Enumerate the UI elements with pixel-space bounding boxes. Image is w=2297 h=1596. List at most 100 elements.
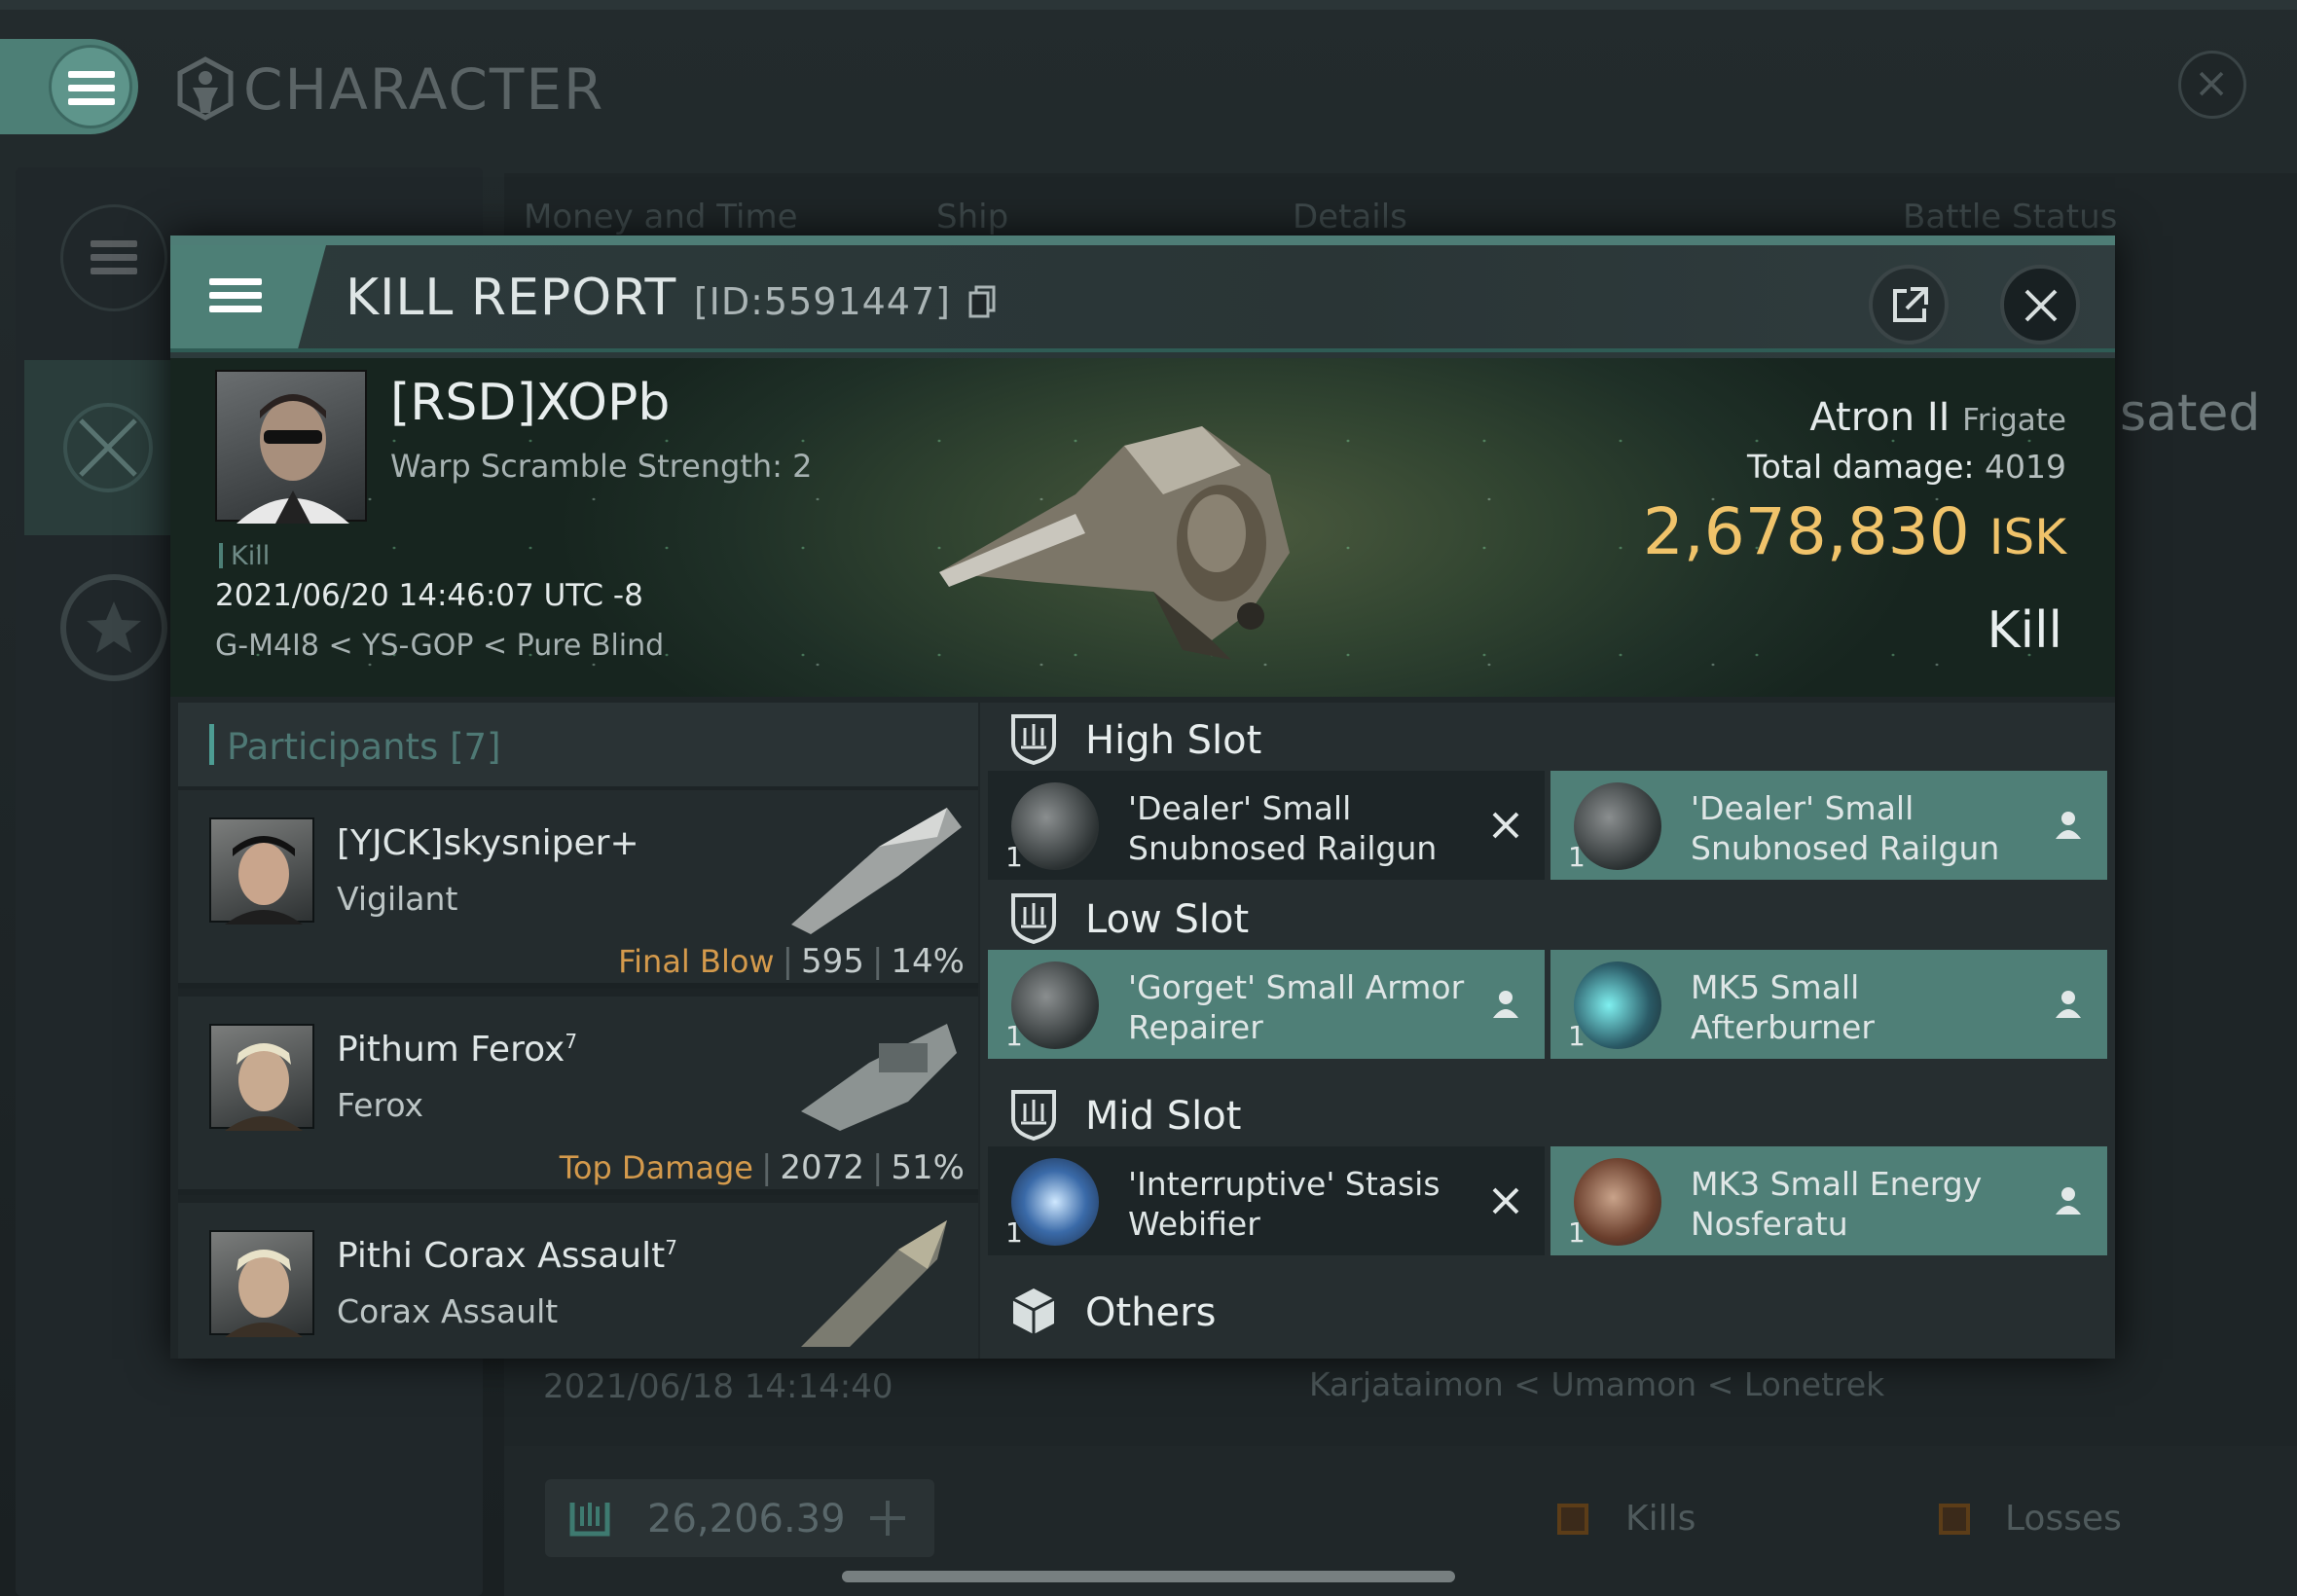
participants-panel: Participants [7] [YJCK]skysniper+ Vigila… <box>178 703 978 1359</box>
high-slot-icon <box>1011 714 1056 765</box>
afterburner-icon <box>1574 961 1661 1049</box>
participant-ship-image <box>791 808 962 934</box>
others-title: Others <box>1085 1290 1217 1335</box>
victim-portrait[interactable] <box>215 370 367 524</box>
victim-banner: [RSD]XOPb Warp Scramble Strength: 2 Kill… <box>170 358 2115 697</box>
hamburger-icon <box>68 71 115 106</box>
module-item[interactable]: 1 'Dealer' Small Snubnosed Railgun <box>1550 771 2107 880</box>
tab-ship[interactable]: Ship <box>936 198 1008 236</box>
others-header: Others <box>980 1281 2115 1341</box>
tab-details[interactable]: Details <box>1293 198 1407 236</box>
mid-slot-title: Mid Slot <box>1085 1094 1242 1139</box>
isk-value: 2,678,830 ISK <box>1643 494 2066 569</box>
module-name: MK5 Small Afterburner <box>1691 968 1875 1046</box>
high-slot-title: High Slot <box>1085 718 1262 763</box>
hamburger-icon <box>209 278 262 313</box>
kill-datetime: 2021/06/20 14:46:07 UTC -8 <box>215 578 643 613</box>
history-row-date: 2021/06/18 14:14:40 <box>543 1367 893 1406</box>
background-status-text: sated <box>2120 384 2261 443</box>
module-qty: 1 <box>1005 1216 1023 1249</box>
history-row-location: Karjataimon < Umamon < Lonetrek <box>1309 1365 1885 1403</box>
kill-type-label: Kill <box>231 541 271 571</box>
tab-money-and-time[interactable]: Money and Time <box>524 198 798 236</box>
dropped-person-icon <box>2056 1187 2081 1215</box>
participant-row[interactable]: Pithi Corax Assault7 Corax Assault <box>178 1203 978 1359</box>
participant-ship: Ferox <box>337 1086 424 1124</box>
mid-slot-header: Mid Slot <box>980 1084 2115 1144</box>
module-item[interactable]: 1 MK5 Small Afterburner <box>1550 950 2107 1059</box>
participants-header[interactable]: Participants [7] <box>178 703 978 786</box>
share-button[interactable] <box>1869 265 1949 345</box>
railgun-icon <box>1574 782 1661 870</box>
participant-portrait <box>209 1024 314 1131</box>
victim-ship-image[interactable] <box>920 387 1329 679</box>
total-damage-label: Total damage: <box>1747 448 1975 486</box>
mid-slot-icon <box>1011 1090 1056 1141</box>
tab-battle-status[interactable]: Battle Status <box>1903 198 2117 236</box>
close-icon <box>2024 289 2058 322</box>
kill-report-modal: KILL REPORT [ID:5591447] [RSD]XOPb Warp … <box>170 236 2115 1359</box>
stasis-webifier-icon <box>1011 1158 1099 1246</box>
crossed-swords-icon <box>63 403 153 492</box>
copy-icon[interactable] <box>968 285 996 318</box>
participant-ship-image <box>801 1220 947 1347</box>
participant-name: Pithum Ferox7 <box>337 1030 578 1070</box>
dropped-person-icon <box>2056 812 2081 839</box>
losses-legend-swatch <box>1939 1504 1970 1535</box>
module-item[interactable]: 1 MK3 Small Energy Nosferatu <box>1550 1146 2107 1255</box>
high-slot-header: High Slot <box>980 708 2115 769</box>
participant-ship: Vigilant <box>337 880 458 918</box>
kill-type-tag: Kill <box>219 541 270 571</box>
module-item[interactable]: 1 'Dealer' Small Snubnosed Railgun <box>988 771 1545 880</box>
side-nav-star-button[interactable] <box>60 574 167 681</box>
module-qty: 1 <box>1005 1020 1023 1052</box>
fittings-panel: High Slot 1 'Dealer' Small Snubnosed Rai… <box>980 703 2115 1359</box>
home-indicator[interactable] <box>842 1571 1455 1582</box>
modal-title-text: KILL REPORT <box>346 269 677 327</box>
ship-name: Atron II <box>1809 395 1951 440</box>
participant-row[interactable]: [YJCK]skysniper+ Vigilant Final Blow | 595… <box>178 790 978 989</box>
participant-stats: Final Blow | 595 | 14% <box>618 942 965 981</box>
ship-class: Frigate <box>1962 403 2066 438</box>
participant-name: Pithi Corax Assault7 <box>337 1236 677 1276</box>
module-name: 'Interruptive' Stasis Webifier <box>1128 1165 1440 1243</box>
screen-title: CHARACTER <box>243 56 605 123</box>
screen-close-button[interactable] <box>2178 51 2246 119</box>
module-item[interactable]: 1 'Gorget' Small Armor Repairer <box>988 950 1545 1059</box>
losses-legend-label: Losses <box>2005 1499 2122 1539</box>
participant-ship-image <box>801 1024 957 1131</box>
character-menu-button[interactable] <box>0 39 138 134</box>
close-icon <box>2199 71 2224 96</box>
share-icon <box>1893 287 1928 322</box>
kill-result: Kill <box>1987 601 2062 660</box>
plus-icon[interactable] <box>866 1497 909 1540</box>
close-button[interactable] <box>2000 265 2080 345</box>
participant-name: [YJCK]skysniper+ <box>337 823 639 863</box>
top-bar <box>0 0 2297 10</box>
module-name: 'Dealer' Small Snubnosed Railgun <box>1128 789 1438 867</box>
victim-name[interactable]: [RSD]XOPb <box>390 374 670 432</box>
isk-icon <box>569 1503 610 1537</box>
kill-id: [ID:5591447] <box>693 280 951 323</box>
module-qty: 1 <box>1568 841 1586 873</box>
side-nav-list-button[interactable] <box>60 204 167 311</box>
module-qty: 1 <box>1568 1020 1586 1052</box>
armor-repairer-icon <box>1011 961 1099 1049</box>
nosferatu-icon <box>1574 1158 1661 1246</box>
railgun-icon <box>1011 782 1099 870</box>
victim-ship[interactable]: Atron II Frigate <box>1809 395 2066 440</box>
star-icon <box>87 601 141 653</box>
module-qty: 1 <box>1568 1216 1586 1249</box>
module-item[interactable]: 1 'Interruptive' Stasis Webifier <box>988 1146 1545 1255</box>
character-icon <box>177 56 234 121</box>
participant-portrait <box>209 817 314 925</box>
participant-row[interactable]: Pithum Ferox7 Ferox Top Damage | 2072 | 51% <box>178 997 978 1195</box>
kill-location[interactable]: G-M4I8 < YS-GOP < Pure Blind <box>215 629 664 663</box>
low-slot-header: Low Slot <box>980 888 2115 948</box>
kills-legend-label: Kills <box>1625 1499 1696 1539</box>
module-name: 'Dealer' Small Snubnosed Railgun <box>1691 789 2000 867</box>
kills-legend-swatch <box>1557 1504 1588 1535</box>
participant-ship: Corax Assault <box>337 1292 559 1330</box>
isk-balance: 26,206.39 <box>647 1497 846 1542</box>
destroyed-icon <box>1492 812 1519 839</box>
